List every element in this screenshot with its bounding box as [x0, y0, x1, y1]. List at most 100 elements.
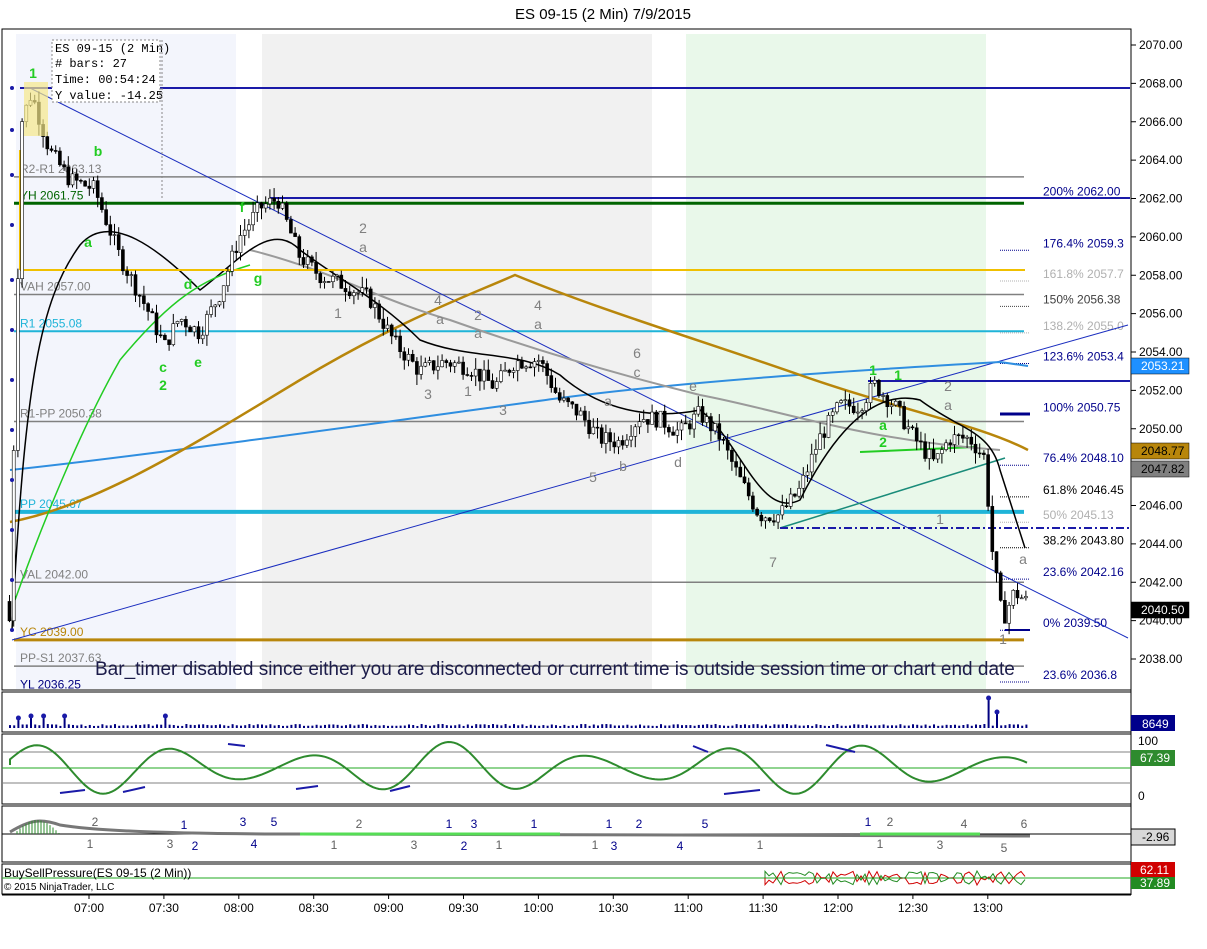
candle-body [696, 406, 701, 415]
candle-body [326, 281, 331, 283]
candle-body [877, 379, 881, 397]
candle-body [129, 274, 134, 276]
candle-body [1015, 589, 1020, 599]
candle-body [410, 354, 415, 362]
candle-body [373, 303, 377, 308]
candle-body [457, 361, 461, 364]
candle-body [482, 369, 486, 382]
wave-label: d [674, 454, 682, 470]
candle-body [679, 422, 684, 431]
candle-body [293, 232, 297, 237]
candle-body [797, 487, 801, 497]
oscillator-panel[interactable] [1, 733, 1132, 805]
left-marker-dot [10, 278, 14, 282]
candle-body [205, 314, 209, 336]
candle-body [709, 416, 713, 432]
left-marker-dot [10, 478, 14, 482]
pivot-level-label: R1 2055.08 [20, 316, 82, 330]
time-tick-label: 07:30 [149, 901, 179, 915]
wave-label: c [634, 364, 641, 380]
fib-level-label: 138.2% 2055.0 [1043, 319, 1124, 333]
candle-body [53, 150, 58, 152]
wave-panel-label: 4 [677, 839, 684, 853]
candle-body [994, 551, 999, 574]
candle-body [847, 399, 852, 407]
candle-body [7, 601, 12, 622]
candle-body [465, 374, 470, 376]
candle-body [436, 366, 440, 371]
candle-body [574, 403, 579, 416]
time-tick-label: 09:00 [374, 901, 404, 915]
candle-body [125, 270, 129, 276]
candle-body [646, 419, 650, 425]
candle-body [226, 271, 230, 287]
price-tick-label: 2054.00 [1139, 345, 1183, 359]
pressure-badge-bottom: 37.89 [1140, 876, 1170, 890]
candle-body [377, 303, 381, 320]
price-tick-label: 2038.00 [1139, 652, 1183, 666]
trading-chart[interactable]: ES 09-15 (2 Min) 7/9/2015 2070.00 2068.00… [0, 0, 1207, 949]
wave-label: 1 [464, 383, 472, 399]
left-marker-dot [10, 128, 14, 132]
candle-body [956, 434, 961, 437]
candle-body [805, 471, 810, 476]
candle-body [213, 304, 218, 308]
osc-bottom-label: 0 [1138, 789, 1145, 803]
wave-label: 3 [424, 386, 432, 402]
candle-body [83, 180, 87, 187]
candle-body [200, 334, 205, 340]
price-tick-label: 2070.00 [1139, 38, 1183, 52]
time-tick-label: 10:30 [598, 901, 628, 915]
candle-body [242, 229, 247, 236]
candle-body [549, 375, 554, 388]
volume-badge: 8649 [1142, 717, 1169, 731]
wave-panel-label: 3 [471, 817, 478, 831]
wave-panel-label: 4 [251, 837, 258, 851]
pivot-level-label: YC 2039.00 [20, 625, 84, 639]
price-axis[interactable]: 2070.00 2068.00 2066.00 2064.00 2062.00 2060.… [1131, 38, 1183, 666]
candle-body [20, 121, 24, 279]
candle-body [977, 452, 982, 455]
volume-panel[interactable] [1, 691, 1132, 733]
wave-label: a [359, 239, 367, 255]
copyright-text: © 2015 NinjaTrader, LLC [4, 882, 114, 893]
candle-body [990, 506, 995, 552]
candle-body [389, 324, 394, 337]
candle-body [419, 365, 423, 375]
pivot-level-label: PP-S1 2037.63 [20, 651, 102, 665]
candle-body [721, 439, 726, 441]
price-badge: 2048.77 [1141, 444, 1185, 458]
price-tick-label: 2066.00 [1139, 115, 1183, 129]
candle-body [335, 274, 339, 277]
candle-body [263, 203, 268, 209]
candle-body [137, 294, 142, 297]
candle-body [793, 493, 797, 497]
pressure-badge-top: 62.11 [1140, 863, 1169, 877]
candle-body [452, 362, 457, 367]
candle-body [469, 375, 474, 377]
candle-body [209, 306, 213, 315]
candle-body [230, 250, 234, 272]
candle-body [301, 257, 306, 265]
fib-level-label: 161.8% 2057.7 [1043, 267, 1124, 281]
candle-body [604, 432, 608, 444]
left-marker-dot [10, 378, 14, 382]
time-axis[interactable]: 07:00 07:30 08:00 08:30 09:00 09:30 10:00 10:30… [2, 894, 1131, 915]
fib-level-label: 176.4% 2059.3 [1043, 236, 1124, 250]
wave-label: 2 [879, 434, 887, 450]
candle-body [940, 449, 944, 454]
candle-body [406, 354, 411, 361]
wave-panel-label: 1 [181, 818, 188, 832]
left-marker-dot [10, 223, 14, 227]
time-tick-label: 12:00 [823, 901, 853, 915]
candle-body [415, 361, 419, 375]
candle-body [280, 202, 285, 209]
candle-body [919, 440, 923, 443]
price-tick-label: 2058.00 [1139, 268, 1183, 282]
candle-body [268, 197, 272, 205]
candle-body [738, 466, 743, 478]
candle-body [763, 517, 768, 522]
candle-body [809, 453, 814, 473]
price-tick-label: 2050.00 [1139, 422, 1183, 436]
candle-body [259, 202, 264, 209]
